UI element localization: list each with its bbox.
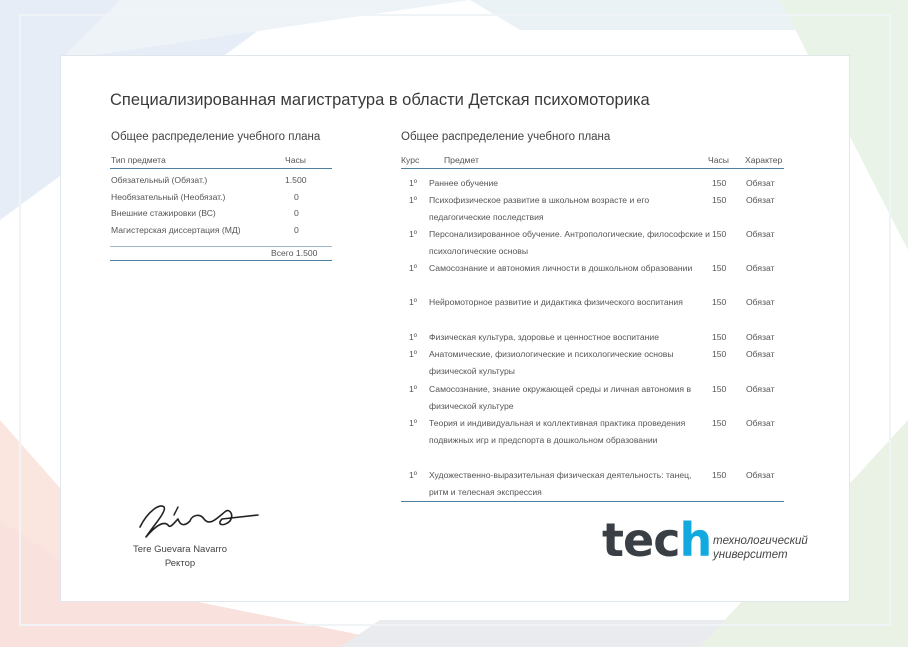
logo-main-text: tec	[602, 513, 680, 567]
subject-cell: Теория и индивидуальная и коллективная п…	[429, 418, 686, 445]
left-row-hours: 0	[294, 225, 299, 235]
subject-cell: Самосознание и автономия личности в дошк…	[429, 263, 693, 273]
type-cell: Обязат	[746, 470, 775, 480]
type-cell: Обязат	[746, 418, 775, 428]
hours-cell: 150	[712, 229, 727, 239]
hours-cell: 150	[712, 297, 727, 307]
left-table-heading: Общее распределение учебного плана	[111, 131, 321, 143]
left-col-hours: Часы	[285, 155, 306, 165]
signatory-role: Ректор	[164, 558, 196, 569]
right-col-subject: Предмет	[444, 155, 479, 165]
type-cell: Обязат	[746, 195, 775, 205]
logo-sub-line2: университет	[713, 549, 788, 561]
hours-cell: 150	[712, 384, 727, 394]
hours-cell: 150	[712, 263, 727, 273]
subject-cell: Художественно-выразительная физическая д…	[429, 470, 692, 497]
logo-sub-line1: технологический	[713, 535, 808, 547]
type-cell: Обязат	[746, 384, 775, 394]
signature-image	[139, 505, 259, 538]
type-cell: Обязат	[746, 332, 775, 342]
left-col-type: Тип предмета	[111, 155, 166, 165]
course-cell: 1º	[409, 418, 417, 428]
tech-logo: tech	[602, 512, 712, 568]
subject-cell: Анатомические, физиологические и психоло…	[429, 349, 674, 376]
logo-accent-letter: h	[679, 513, 712, 567]
course-cell: 1º	[409, 195, 417, 205]
right-col-type: Характер	[745, 155, 783, 165]
course-cell: 1º	[409, 384, 417, 394]
left-row-type: Магистерская диссертация (МД)	[111, 225, 241, 235]
hours-cell: 150	[712, 178, 727, 188]
right-table-heading: Общее распределение учебного плана	[401, 131, 611, 143]
course-cell: 1º	[409, 297, 417, 307]
type-cell: Обязат	[746, 263, 775, 273]
left-row-type: Необязательный (Необязат.)	[111, 192, 226, 202]
logo-subtitle: технологический университет	[713, 534, 808, 562]
left-bottom-rule	[110, 260, 332, 262]
hours-cell: 150	[712, 418, 727, 428]
right-header-rule	[401, 168, 784, 170]
subject-cell: Нейромоторное развитие и дидактика физич…	[429, 297, 683, 307]
left-row-hours: 0	[294, 208, 299, 218]
hours-cell: 150	[712, 332, 727, 342]
course-cell: 1º	[409, 178, 417, 188]
course-cell: 1º	[409, 349, 417, 359]
certificate: Специализированная магистратура в област…	[0, 0, 908, 647]
subject-cell: Самосознание, знание окружающей среды и …	[429, 384, 692, 411]
left-header-rule	[110, 168, 332, 170]
subject-cell: Психофизическое развитие в школьном возр…	[429, 195, 650, 222]
course-cell: 1º	[409, 229, 417, 239]
hours-cell: 150	[712, 195, 727, 205]
right-col-course: Курс	[401, 155, 420, 165]
page-title: Специализированная магистратура в област…	[110, 91, 650, 109]
left-row-hours: 1.500	[285, 175, 307, 185]
type-cell: Обязат	[746, 178, 775, 188]
left-row-type: Внешние стажировки (ВС)	[111, 208, 216, 218]
type-cell: Обязат	[746, 349, 775, 359]
hours-cell: 150	[712, 470, 727, 480]
subject-cell: Физическая культура, здоровье и ценностн…	[429, 332, 659, 342]
course-cell: 1º	[409, 470, 417, 480]
left-row-type: Обязательный (Обязат.)	[111, 175, 208, 185]
right-col-hours: Часы	[708, 155, 729, 165]
hours-cell: 150	[712, 349, 727, 359]
left-row-hours: 0	[294, 192, 299, 202]
course-cell: 1º	[409, 332, 417, 342]
signatory-name: Tere Guevara Navarro	[133, 544, 227, 555]
type-cell: Обязат	[746, 229, 775, 239]
subject-cell: Раннее обучение	[429, 178, 499, 188]
subject-cell: Персонализированное обучение. Антрополог…	[429, 229, 710, 256]
type-cell: Обязат	[746, 297, 775, 307]
right-bottom-rule	[401, 501, 784, 503]
course-cell: 1º	[409, 263, 417, 273]
